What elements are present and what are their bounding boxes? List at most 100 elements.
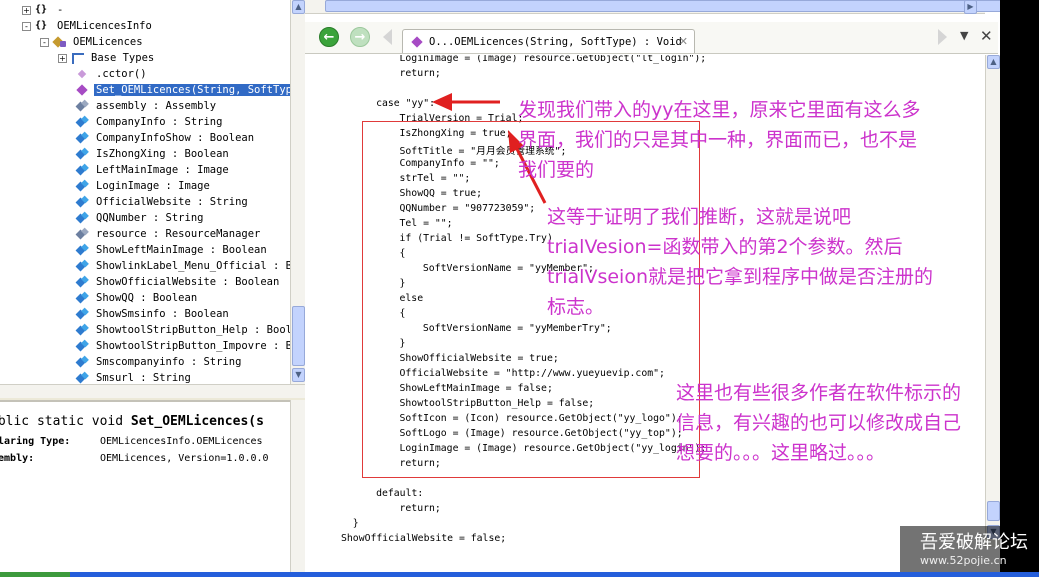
tab-set-oemlicences[interactable]: O...OEMLicences(String, SoftType) : Void… — [402, 29, 695, 53]
tree-item[interactable]: LeftMainImage : Image — [76, 162, 231, 178]
annotation-trial-version: 这等于证明了我们推断，这就是说吧 trialVesion=函数带入的第2个参数。… — [547, 206, 933, 318]
tree-item-label: ShowSmsinfo : Boolean — [96, 308, 229, 320]
field-icon — [76, 260, 90, 272]
tree-item-label: ShowlinkLabel_Menu_Official : Bo — [96, 260, 290, 272]
tree-item-label: CompanyInfoShow : Boolean — [96, 132, 255, 144]
tab-list-dropdown-icon[interactable]: ▼ — [960, 29, 972, 43]
field-icon — [76, 356, 90, 368]
tree-scroll-thumb[interactable] — [292, 306, 305, 366]
tab-scroll-right-icon[interactable] — [938, 29, 947, 45]
tree-item[interactable]: ShowOfficialWebsite : Boolean — [76, 274, 281, 290]
tree-item-label: .cctor() — [96, 68, 147, 80]
scroll-up-arrow-icon[interactable]: ▲ — [292, 0, 305, 14]
tree-item[interactable]: ShowtoolStripButton_Impovre : Bo — [76, 338, 290, 354]
tab-close-icon[interactable]: ✕ — [679, 35, 688, 48]
assembly-label: sembly: — [0, 453, 35, 464]
tree-item[interactable]: QQNumber : String — [76, 210, 205, 226]
scroll-right-arrow-icon[interactable]: ▶ — [964, 0, 977, 14]
tab-label: O...OEMLicences(String, SoftType) : Void — [429, 35, 682, 48]
tree-item[interactable]: .cctor() — [76, 66, 149, 82]
tree-item[interactable]: OfficialWebsite : String — [76, 194, 250, 210]
tree-vertical-scrollbar[interactable]: ▲ ▼ — [290, 0, 305, 384]
tree-item-label: Set_OEMLicences(String, SoftType — [94, 84, 290, 96]
tree-item[interactable]: LoginImage : Image — [76, 178, 212, 194]
tree-item-label: LeftMainImage : Image — [96, 164, 229, 176]
member-signature: ublic static void Set_OEMLicences(s — [0, 414, 264, 429]
code-line[interactable]: return; — [400, 503, 441, 514]
declaring-type-value[interactable]: OEMLicencesInfo.OEMLicences — [100, 436, 263, 447]
tree-item[interactable]: assembly : Assembly — [76, 98, 218, 114]
forward-button[interactable]: → — [350, 27, 370, 47]
field-icon — [76, 148, 90, 160]
code-scroll-up-icon[interactable]: ▲ — [987, 55, 1000, 69]
scroll-down-arrow-icon[interactable]: ▼ — [292, 368, 305, 382]
field-icon — [76, 180, 90, 192]
member-info-pane: ublic static void Set_OEMLicences(s clar… — [0, 400, 290, 572]
assembly-value[interactable]: OEMLicences, Version=1.0.0.0 — [100, 453, 269, 464]
tree-item-label: Base Types — [91, 52, 155, 64]
tree-item-label: ShowLeftMainImage : Boolean — [96, 244, 267, 256]
tree-item[interactable]: + Base Types — [58, 50, 156, 66]
field-icon — [76, 372, 90, 384]
signature-modifiers: ublic static void — [0, 414, 131, 429]
code-line[interactable]: return; — [400, 68, 441, 79]
collapse-icon[interactable]: - — [40, 37, 49, 47]
close-panel-icon[interactable]: ✕ — [980, 27, 993, 45]
tree-item-label: OfficialWebsite : String — [96, 196, 248, 208]
code-line[interactable]: LoginImage = (Image) resource.GetObject(… — [400, 55, 707, 64]
tree-item[interactable]: ShowQQ : Boolean — [76, 290, 199, 306]
code-line[interactable]: case "yy": — [376, 98, 435, 109]
tree-item[interactable]: Set_OEMLicences(String, SoftType — [76, 82, 290, 98]
code-line[interactable]: ShowOfficialWebsite = false; — [341, 533, 506, 544]
tree-item[interactable]: ShowLeftMainImage : Boolean — [76, 242, 269, 258]
tree-item[interactable]: Smsurl : String — [76, 370, 193, 384]
back-button[interactable]: ← — [319, 27, 339, 47]
tree-item[interactable]: ShowtoolStripButton_Help : Boole — [76, 322, 290, 338]
tree-item[interactable]: + {} - — [22, 2, 65, 18]
screen-edge — [1000, 0, 1039, 572]
tree-item[interactable]: Smscompanyinfo : String — [76, 354, 243, 370]
tree-item[interactable]: -{} OEMLicencesInfo — [22, 18, 154, 34]
code-line[interactable]: default: — [376, 488, 423, 499]
tree-item-label: ShowtoolStripButton_Help : Boole — [96, 324, 290, 336]
field-icon — [76, 276, 90, 288]
code-vertical-scrollbar[interactable]: ▲ ▼ — [985, 55, 1000, 547]
tree-item-label: resource : ResourceManager — [96, 228, 261, 240]
assembly-row: sembly: OEMLicences, Version=1.0.0.0 — [0, 453, 269, 464]
field-icon — [76, 324, 90, 336]
code-horizontal-scrollbar[interactable] — [305, 0, 1015, 14]
tree-item-label: ShowtoolStripButton_Impovre : Bo — [96, 340, 290, 352]
assembly-browser-panel: +{} - -{} OEMLicencesInfo - OEMLicences + Base … — [0, 0, 305, 572]
tree-item[interactable]: ShowlinkLabel_Menu_Official : Bo — [76, 258, 290, 274]
start-button[interactable] — [0, 572, 70, 577]
code-hscroll-thumb[interactable] — [325, 0, 1015, 12]
info-vertical-scrollbar[interactable] — [290, 400, 305, 572]
code-scroll-thumb[interactable] — [987, 501, 1000, 521]
constructor-icon — [76, 68, 90, 80]
base-types-icon — [71, 52, 85, 64]
field-icon — [76, 100, 90, 112]
tree-view[interactable]: +{} - -{} OEMLicencesInfo - OEMLicences + Base … — [0, 0, 290, 384]
tree-item[interactable]: resource : ResourceManager — [76, 226, 262, 242]
field-icon — [76, 228, 90, 240]
expand-icon[interactable]: + — [22, 5, 31, 15]
tree-horizontal-scrollbar[interactable] — [0, 384, 305, 398]
method-icon — [76, 84, 90, 96]
field-icon — [76, 308, 90, 320]
code-toolbar: ← → O...OEMLicences(String, SoftType) : … — [305, 22, 998, 54]
tree-item[interactable]: - OEMLicences — [40, 34, 145, 50]
field-icon — [76, 116, 90, 128]
site-watermark: 吾爱破解论坛 www.52pojie.cn — [900, 526, 1039, 572]
code-line[interactable]: } — [353, 518, 359, 529]
tree-item[interactable]: CompanyInfo : String — [76, 114, 224, 130]
tree-item[interactable]: CompanyInfoShow : Boolean — [76, 130, 256, 146]
collapse-icon[interactable]: - — [22, 21, 31, 31]
tree-item-label: QQNumber : String — [96, 212, 204, 224]
namespace-icon: {} — [35, 4, 48, 15]
tree-item[interactable]: ShowSmsinfo : Boolean — [76, 306, 231, 322]
tree-item-label: - — [57, 4, 64, 16]
tree-item-label: ShowOfficialWebsite : Boolean — [96, 276, 280, 288]
tree-item[interactable]: IsZhongXing : Boolean — [76, 146, 231, 162]
tab-scroll-left-icon[interactable] — [383, 29, 392, 45]
expand-icon[interactable]: + — [58, 53, 67, 63]
